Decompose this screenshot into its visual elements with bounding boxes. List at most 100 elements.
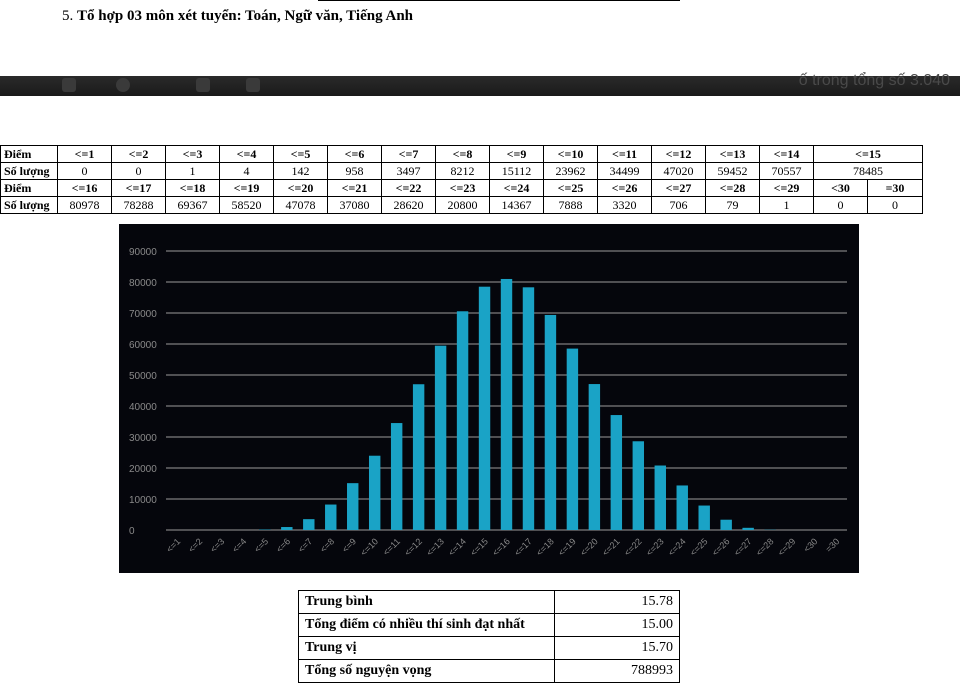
count-cell: 20800	[435, 196, 490, 214]
x-tick-label: <=22	[622, 536, 644, 558]
score-bucket-cell: <=29	[759, 179, 814, 197]
score-bucket-cell: <=5	[273, 145, 328, 163]
score-bucket-cell: <=9	[489, 145, 544, 163]
x-tick-label: <=19	[556, 536, 578, 558]
score-bucket-cell: <=7	[381, 145, 436, 163]
x-tick-label: <=4	[230, 536, 248, 554]
count-cell: 0	[813, 196, 868, 214]
bar	[368, 455, 381, 530]
x-tick-label: <=18	[534, 536, 556, 558]
count-cell: 37080	[327, 196, 382, 214]
score-bucket-cell: <=22	[381, 179, 436, 197]
score-bucket-cell: <=10	[543, 145, 598, 163]
score-bucket-cell: <=26	[597, 179, 652, 197]
row-label: Điểm	[0, 145, 58, 163]
score-bucket-cell: <=19	[219, 179, 274, 197]
x-tick-label: <=28	[754, 536, 776, 558]
count-cell: 142	[273, 162, 328, 180]
count-cell: 0	[111, 162, 166, 180]
score-bucket-cell: <=28	[705, 179, 760, 197]
score-bucket-cell: <=14	[759, 145, 814, 163]
bar	[654, 465, 666, 530]
count-cell: 69367	[165, 196, 220, 214]
count-cell: 78485	[813, 162, 923, 180]
x-tick-label: <=1	[164, 536, 182, 554]
count-cell: 0	[57, 162, 112, 180]
y-tick-label: 90000	[129, 247, 157, 258]
count-cell: 3320	[597, 196, 652, 214]
score-bucket-cell: <=23	[435, 179, 490, 197]
summary-row: Tổng số nguyện vọng 788993	[298, 659, 680, 683]
summary-value: 788993	[554, 659, 680, 683]
table-header-row: Điểm <=16 <=17 <=18 <=19 <=20 <=21 <=22 <=23 <=24…	[0, 179, 923, 197]
score-bucket-cell: <=4	[219, 145, 274, 163]
bar	[303, 519, 315, 530]
score-bucket-cell: <=15	[813, 145, 923, 163]
count-cell: 58520	[219, 196, 274, 214]
bar	[347, 483, 359, 530]
x-tick-label: =30	[824, 536, 842, 554]
score-bucket-cell: <=13	[705, 145, 760, 163]
count-cell: 7888	[543, 196, 598, 214]
x-tick-label: <=26	[710, 536, 732, 558]
toolbar-ghost-icon	[116, 78, 130, 92]
toolbar-ghost-text: ố trong tổng số 3.040	[798, 72, 950, 89]
x-tick-label: <=15	[468, 536, 490, 558]
section-heading: 5. Tổ hợp 03 môn xét tuyển: Toán, Ngữ vă…	[62, 8, 413, 25]
summary-label: Tổng số nguyện vọng	[298, 659, 555, 683]
x-tick-label: <=23	[644, 536, 666, 558]
x-tick-label: <=10	[359, 536, 381, 558]
score-bucket-cell: <=11	[597, 145, 652, 163]
score-bucket-cell: <=1	[57, 145, 112, 163]
summary-row: Tổng điểm có nhiều thí sinh đạt nhất 15.0…	[298, 613, 680, 637]
count-cell: 706	[651, 196, 706, 214]
x-tick-label: <=7	[296, 536, 314, 554]
count-cell: 958	[327, 162, 382, 180]
count-cell: 47078	[273, 196, 328, 214]
score-bucket-cell: <=3	[165, 145, 220, 163]
count-cell: 34499	[597, 162, 652, 180]
x-tick-label: <=6	[274, 536, 292, 554]
summary-label: Tổng điểm có nhiều thí sinh đạt nhất	[298, 613, 555, 637]
score-bucket-cell: =30	[867, 179, 923, 197]
count-cell: 8212	[435, 162, 490, 180]
histogram-chart: 0 10000 20000 30000 40000 50000 60000 70000 8000…	[119, 224, 859, 573]
x-tick-label: <=11	[381, 536, 402, 557]
x-tick-label: <=12	[402, 536, 424, 558]
count-cell: 28620	[381, 196, 436, 214]
y-tick-label: 10000	[129, 495, 157, 506]
x-tick-label: <=8	[318, 536, 336, 554]
count-cell: 70557	[759, 162, 814, 180]
histogram-svg: 0 10000 20000 30000 40000 50000 60000 70000 8000…	[129, 247, 847, 558]
section-number: 5.	[62, 8, 74, 24]
summary-row: Trung vị 15.70	[298, 636, 680, 660]
bar	[456, 311, 469, 530]
count-cell: 79	[705, 196, 760, 214]
x-tick-label: <=13	[424, 536, 446, 558]
y-tick-label: 60000	[129, 340, 157, 351]
count-cell: 4	[219, 162, 274, 180]
summary-row: Trung bình 15.78	[298, 590, 680, 614]
table-value-row: Số lượng 80978 78288 69367 58520 47078 37080 28…	[0, 196, 923, 214]
score-bucket-cell: <=2	[111, 145, 166, 163]
viewer-toolbar-overlay: ố trong tổng số 3.040	[0, 72, 960, 96]
x-tick-label: <=29	[776, 536, 798, 558]
score-bucket-cell: <=25	[543, 179, 598, 197]
count-cell: 1	[759, 196, 814, 214]
bar	[720, 519, 732, 530]
score-bucket-cell: <=20	[273, 179, 328, 197]
score-distribution-table: Điểm <=1 <=2 <=3 <=4 <=5 <=6 <=7 <=8 <=9 <=10 <=11 <…	[0, 145, 923, 214]
row-label: Số lượng	[0, 162, 58, 180]
table-header-row: Điểm <=1 <=2 <=3 <=4 <=5 <=6 <=7 <=8 <=9 <=10 <=11 <…	[0, 145, 923, 163]
bar	[478, 286, 491, 530]
summary-label: Trung vị	[298, 636, 555, 660]
bar	[742, 527, 754, 530]
y-tick-label: 20000	[129, 464, 157, 475]
x-tick-label: <=17	[512, 536, 534, 558]
score-bucket-cell: <30	[813, 179, 868, 197]
y-tick-label: 50000	[129, 371, 157, 382]
score-bucket-cell: <=18	[165, 179, 220, 197]
x-tick-label: <=20	[578, 536, 600, 558]
score-bucket-cell: <=21	[327, 179, 382, 197]
x-tick-label: <=3	[208, 536, 226, 554]
